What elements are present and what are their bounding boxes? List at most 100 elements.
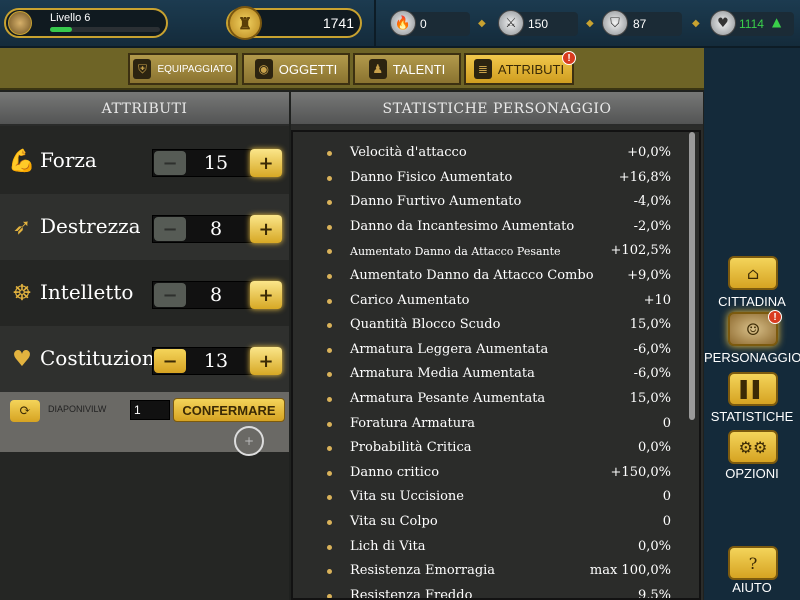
- increase-button[interactable]: +: [250, 149, 282, 177]
- armor-icon: ⛨: [133, 59, 152, 79]
- player-level-panel[interactable]: Livello 6: [4, 8, 168, 38]
- bullet-icon: [327, 544, 332, 550]
- stat-value: -2,0%: [633, 218, 671, 234]
- stat-row: Armatura Pesante Aumentata 15,0%: [293, 388, 693, 413]
- brain-icon: ☸: [12, 280, 32, 306]
- shield-icon: ⛉: [602, 10, 628, 36]
- stat-value: +10: [643, 292, 671, 308]
- stat-label: Foratura Armatura: [350, 415, 476, 431]
- bullet-icon: [327, 495, 332, 501]
- bullet-icon: [327, 421, 332, 427]
- tab-label: OGGETTI: [278, 61, 338, 77]
- increase-button[interactable]: +: [250, 347, 282, 375]
- tab-attributi[interactable]: ≣ ATTRIBUTI: [464, 53, 574, 85]
- stat-label: Aumentato Danno da Attacco Pesante: [350, 245, 561, 259]
- bullet-icon: [327, 569, 332, 575]
- tab-equipaggiato[interactable]: ⛨ EQUIPAGGIATO: [128, 53, 238, 85]
- defense-value: 87: [633, 17, 647, 31]
- stat-value: 15,0%: [629, 391, 671, 406]
- nav-personaggio[interactable]: ☺ ! PERSONAGGIO: [704, 310, 800, 366]
- add-point-button[interactable]: +: [234, 426, 264, 456]
- attribute-name: Costituzione: [40, 346, 167, 370]
- nav-label: AIUTO: [732, 580, 772, 595]
- tab-label: EQUIPAGGIATO: [157, 63, 233, 75]
- stat-label: Armatura Media Aumentata: [350, 366, 535, 382]
- stat-row: Resistenza Emorragia max 100,0%: [293, 560, 693, 585]
- attribute-row-forza: 💪 Forza − 15 +: [0, 128, 289, 194]
- upgrade-arrow-icon: ◆: [692, 18, 700, 29]
- gears-icon: ⚙⚙: [728, 430, 778, 464]
- nav-label: CITTADINA: [718, 294, 786, 309]
- stat-label: Carico Aumentato: [350, 292, 470, 308]
- available-points-field[interactable]: [130, 400, 170, 420]
- level-label: Livello 6: [50, 12, 91, 24]
- stat-row: Resistenza Freddo 9,5%: [293, 585, 693, 600]
- stats-header: STATISTICHE PERSONAGGIO: [291, 92, 703, 126]
- bag-icon: ◉: [254, 59, 273, 79]
- stat-label: Danno da Incantesimo Aumentato: [350, 218, 575, 234]
- player-avatar[interactable]: [8, 11, 32, 35]
- reset-button[interactable]: ⟳: [10, 400, 40, 422]
- bullet-icon: [327, 470, 332, 476]
- bar-chart-icon: ▌▌: [728, 372, 778, 406]
- stat-row: Danno critico +150,0%: [293, 462, 693, 487]
- bullet-icon: [327, 593, 332, 598]
- divider: [374, 0, 376, 48]
- stat-label: Velocità d'attacco: [350, 145, 467, 160]
- fire-icon: 🔥: [390, 10, 416, 36]
- stat-row: Armatura Media Aumentata -6,0%: [293, 363, 693, 388]
- tab-talenti[interactable]: ♟ TALENTI: [353, 53, 461, 85]
- stat-value: max 100,0%: [589, 563, 671, 579]
- attribute-value: 13: [203, 350, 229, 372]
- attribute-row-intelletto: ☸ Intelletto − 8 +: [0, 260, 289, 326]
- stats-scrollbar[interactable]: [689, 132, 695, 420]
- bullet-icon: [327, 224, 332, 230]
- upgrade-arrow-icon: ◆: [586, 18, 594, 29]
- stat-label: Danno Furtivo Aumentato: [350, 194, 522, 210]
- bullet-icon: [327, 446, 332, 452]
- stat-row: Probabilità Critica 0,0%: [293, 437, 693, 462]
- available-points-label: DIAPONIVILW: [48, 404, 107, 414]
- stat-label: Armatura Pesante Aumentata: [350, 391, 546, 406]
- tab-oggetti[interactable]: ◉ OGGETTI: [242, 53, 350, 85]
- bullet-icon: [327, 372, 332, 378]
- increase-button[interactable]: +: [250, 281, 282, 309]
- health-value: 1114: [739, 17, 764, 31]
- nav-aiuto[interactable]: ? AIUTO: [704, 546, 800, 600]
- decrease-button[interactable]: −: [154, 217, 186, 241]
- stat-label: Probabilità Critica: [350, 440, 472, 456]
- fire-value: 0: [420, 17, 427, 31]
- tab-bar: ⛨ EQUIPAGGIATO ◉ OGGETTI ♟ TALENTI ≣ ATT…: [0, 48, 704, 90]
- upgrade-arrow-icon: ◆: [478, 18, 486, 29]
- stats-list[interactable]: Velocità d'attacco +0,0% Danno Fisico Aume…: [291, 130, 701, 600]
- confirm-button[interactable]: CONFERMARE: [173, 398, 285, 422]
- tab-label: ATTRIBUTI: [497, 61, 565, 77]
- stat-label: Aumentato Danno da Attacco Combo: [350, 268, 594, 283]
- attribute-name: Forza: [40, 148, 97, 172]
- castle-icon: ♜: [228, 6, 262, 40]
- stat-value: -6,0%: [633, 366, 671, 382]
- nav-statistiche[interactable]: ▌▌ STATISTICHE: [704, 372, 800, 426]
- stat-value: 0,0%: [637, 440, 671, 456]
- stat-row: Danno Furtivo Aumentato -4,0%: [293, 191, 693, 216]
- stat-value: 0: [662, 489, 671, 505]
- attribute-value: 8: [209, 218, 223, 240]
- health-up-arrow-icon: ▲: [772, 15, 782, 29]
- nav-opzioni[interactable]: ⚙⚙ OPZIONI: [704, 430, 800, 484]
- increase-button[interactable]: +: [250, 215, 282, 243]
- attack-value: 150: [528, 17, 549, 31]
- decrease-button[interactable]: −: [154, 349, 186, 373]
- character-stats-panel: STATISTICHE PERSONAGGIO Velocità d'attac…: [291, 92, 703, 600]
- stat-row: Foratura Armatura 0: [293, 413, 693, 438]
- stat-value: 9,5%: [637, 587, 671, 600]
- decrease-button[interactable]: −: [154, 283, 186, 307]
- decrease-button[interactable]: −: [154, 151, 186, 175]
- attribute-name: Destrezza: [40, 214, 141, 238]
- person-icon: ♟: [368, 59, 387, 79]
- stat-value: 15,0%: [629, 317, 671, 333]
- bullet-icon: [327, 249, 332, 255]
- nav-cittadina[interactable]: ⌂ CITTADINA: [704, 256, 800, 310]
- stat-label: Danno critico: [350, 464, 440, 480]
- bullet-icon: [327, 323, 332, 329]
- attribute-name: Intelletto: [40, 280, 134, 304]
